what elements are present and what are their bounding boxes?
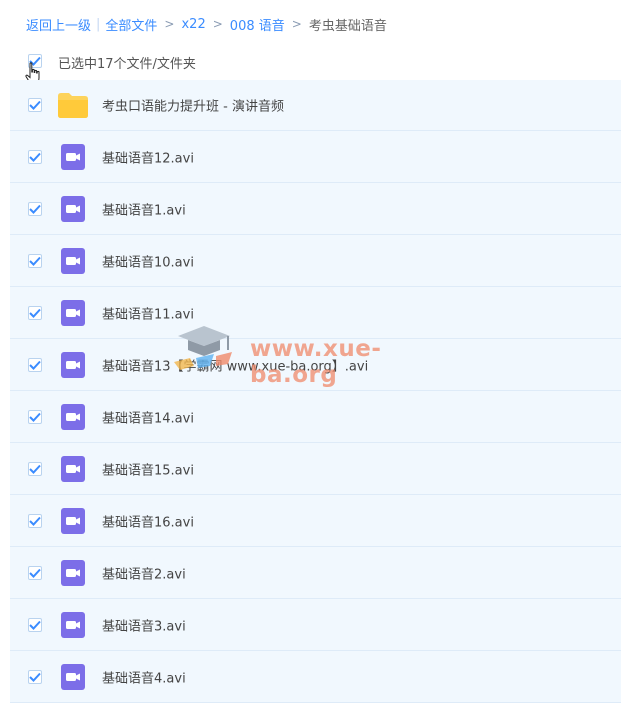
file-row[interactable]: 基础语音15.avi <box>10 443 621 495</box>
file-name[interactable]: 基础语音13【学霸网 www.xue-ba.org】.avi <box>102 355 368 374</box>
row-checkbox[interactable] <box>28 461 42 476</box>
check-icon <box>29 360 41 370</box>
breadcrumb-divider: | <box>96 16 101 32</box>
selection-count: 已选中17个文件/文件夹 <box>58 57 196 72</box>
row-checkbox[interactable] <box>28 357 42 372</box>
video-file-icon <box>61 611 85 638</box>
row-checkbox[interactable] <box>28 98 42 112</box>
file-name[interactable]: 基础语音12.avi <box>102 147 194 166</box>
check-icon <box>29 568 41 578</box>
check-icon <box>29 204 41 214</box>
video-file-icon <box>61 507 85 534</box>
file-name[interactable]: 基础语音2.avi <box>102 563 186 582</box>
file-row[interactable]: 基础语音10.avi <box>10 235 621 287</box>
row-checkbox[interactable] <box>28 617 42 632</box>
file-name[interactable]: 基础语音3.avi <box>102 615 186 634</box>
file-row[interactable]: 基础语音12.avi <box>10 131 621 183</box>
row-checkbox[interactable] <box>28 409 42 424</box>
row-checkbox[interactable] <box>28 565 42 580</box>
file-row[interactable]: 基础语音13【学霸网 www.xue-ba.org】.avi <box>10 339 621 391</box>
file-name[interactable]: 基础语音16.avi <box>102 511 194 530</box>
back-link[interactable]: 返回上一级 <box>26 15 91 34</box>
check-icon <box>29 256 41 266</box>
file-row[interactable]: 基础语音14.avi <box>10 391 621 443</box>
row-checkbox[interactable] <box>28 201 42 216</box>
breadcrumb-item-x22[interactable]: x22 <box>181 17 205 32</box>
chevron-right-icon: > <box>212 17 223 31</box>
check-icon <box>29 464 41 474</box>
file-name[interactable]: 基础语音4.avi <box>102 667 186 686</box>
file-row[interactable]: 基础语音4.avi <box>10 651 621 703</box>
check-icon <box>29 620 41 630</box>
row-checkbox[interactable] <box>28 305 42 320</box>
check-icon <box>29 152 41 162</box>
file-name[interactable]: 基础语音1.avi <box>102 199 186 218</box>
row-checkbox[interactable] <box>28 149 42 164</box>
file-name[interactable]: 基础语音10.avi <box>102 251 194 270</box>
chevron-right-icon: > <box>291 17 302 31</box>
file-row[interactable]: 基础语音11.avi <box>10 287 621 339</box>
video-file-icon <box>61 403 85 430</box>
video-file-icon <box>61 351 85 378</box>
file-name[interactable]: 基础语音11.avi <box>102 303 194 322</box>
all-files-link[interactable]: 全部文件 <box>105 15 157 34</box>
video-file-icon <box>61 299 85 326</box>
video-file-icon <box>61 247 85 274</box>
file-row[interactable]: 基础语音2.avi <box>10 547 621 599</box>
video-file-icon <box>61 663 85 690</box>
selection-bar: 已选中17个文件/文件夹 <box>0 48 621 84</box>
file-row[interactable]: 基础语音1.avi <box>10 183 621 235</box>
video-file-icon <box>61 143 85 170</box>
check-icon <box>29 516 41 526</box>
chevron-right-icon: > <box>164 17 175 31</box>
file-row[interactable]: 考虫口语能力提升班 - 演讲音频 <box>10 80 621 131</box>
video-file-icon <box>61 195 85 222</box>
check-icon <box>29 308 41 318</box>
row-checkbox[interactable] <box>28 253 42 268</box>
file-row[interactable]: 基础语音16.avi <box>10 495 621 547</box>
folder-icon <box>58 93 88 118</box>
breadcrumb: 返回上一级 | 全部文件 > x22 > 008 语音 > 考虫基础语音 <box>26 14 387 34</box>
check-icon <box>29 100 41 110</box>
file-row[interactable]: 基础语音3.avi <box>10 599 621 651</box>
check-icon <box>29 412 41 422</box>
check-icon <box>29 672 41 682</box>
row-checkbox[interactable] <box>28 669 42 684</box>
file-name[interactable]: 基础语音14.avi <box>102 407 194 426</box>
file-name[interactable]: 考虫口语能力提升班 - 演讲音频 <box>102 96 284 115</box>
video-file-icon <box>61 455 85 482</box>
file-name[interactable]: 基础语音15.avi <box>102 459 194 478</box>
row-checkbox[interactable] <box>28 513 42 528</box>
video-file-icon <box>61 559 85 586</box>
breadcrumb-item-008[interactable]: 008 语音 <box>230 15 285 34</box>
file-list: 考虫口语能力提升班 - 演讲音频 基础语音12.avi 基础语音1.avi 基础语音1… <box>10 80 621 703</box>
breadcrumb-current: 考虫基础语音 <box>308 18 387 34</box>
